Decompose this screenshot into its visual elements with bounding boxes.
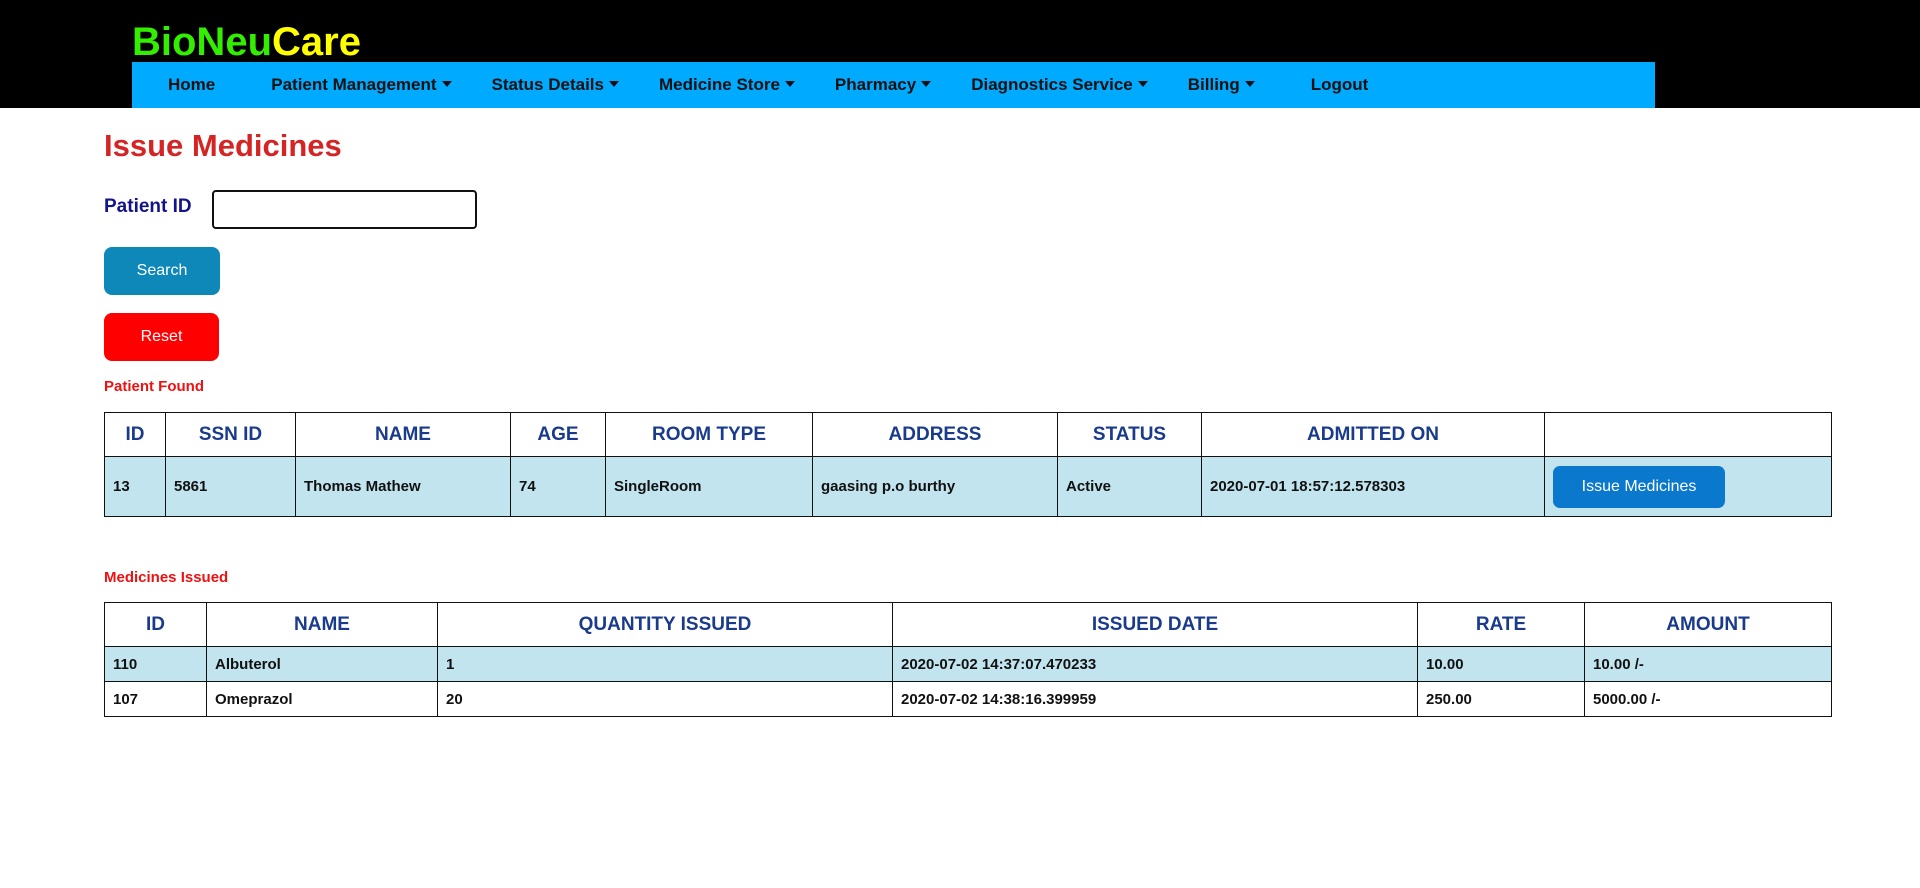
nav-diagnostics-service-label: Diagnostics Service — [971, 75, 1133, 94]
nav-billing[interactable]: Billing — [1168, 62, 1275, 108]
col-header-amount: AMOUNT — [1584, 602, 1832, 647]
cell-address: gaasing p.o burthy — [812, 456, 1058, 517]
cell-id: 13 — [104, 456, 166, 517]
cell-rate: 10.00 — [1417, 646, 1585, 682]
nav-diagnostics-service[interactable]: Diagnostics Service — [951, 62, 1168, 108]
brand-part-care: Care — [272, 20, 361, 64]
col-header-age: AGE — [510, 412, 606, 457]
col-header-quantity-issued: QUANTITY ISSUED — [437, 602, 893, 647]
caret-down-icon — [784, 81, 795, 87]
nav-medicine-store-label: Medicine Store — [658, 75, 780, 94]
cell-admitted-on: 2020-07-01 18:57:12.578303 — [1201, 456, 1545, 517]
nav-status-details[interactable]: Status Details — [472, 62, 639, 108]
cell-quantity: 1 — [437, 646, 893, 682]
patient-table: ID SSN ID NAME AGE ROOM TYPE ADDRESS STA… — [104, 412, 1832, 517]
col-header-id: ID — [104, 412, 166, 457]
col-header-rate: RATE — [1417, 602, 1585, 647]
cell-issued-date: 2020-07-02 14:38:16.399959 — [892, 681, 1418, 717]
page-title: Issue Medicines — [104, 128, 342, 163]
reset-button[interactable]: Reset — [104, 313, 219, 361]
caret-down-icon — [1244, 81, 1255, 87]
nav-logout-label: Logout — [1310, 75, 1369, 94]
nav-home[interactable]: Home — [132, 62, 251, 108]
nav-pharmacy[interactable]: Pharmacy — [815, 62, 951, 108]
table-row: 107 Omeprazol 20 2020-07-02 14:38:16.399… — [104, 681, 1832, 717]
col-header-room-type: ROOM TYPE — [605, 412, 813, 457]
medicines-issued-label: Medicines Issued — [104, 569, 229, 586]
caret-down-icon — [441, 81, 452, 87]
cell-action: Issue Medicines — [1544, 456, 1832, 517]
cell-amount: 10.00 /- — [1584, 646, 1832, 682]
caret-down-icon — [608, 81, 619, 87]
cell-status: Active — [1057, 456, 1202, 517]
nav-patient-management-label: Patient Management — [271, 75, 437, 94]
patient-id-input[interactable] — [212, 190, 477, 229]
issue-medicines-button[interactable]: Issue Medicines — [1553, 465, 1725, 508]
patient-found-label: Patient Found — [104, 378, 204, 395]
cell-amount: 5000.00 /- — [1584, 681, 1832, 717]
col-header-name: NAME — [206, 602, 438, 647]
nav-billing-label: Billing — [1187, 75, 1240, 94]
caret-down-icon — [1137, 81, 1148, 87]
nav-medicine-store[interactable]: Medicine Store — [639, 62, 815, 108]
medicines-table-header: ID NAME QUANTITY ISSUED ISSUED DATE RATE… — [104, 602, 1832, 647]
caret-down-icon — [921, 81, 932, 87]
patient-id-label: Patient ID — [104, 196, 192, 217]
col-header-address: ADDRESS — [812, 412, 1058, 457]
top-header: BioNeuCare Home Patient Management Statu… — [0, 0, 1920, 108]
cell-room-type: SingleRoom — [605, 456, 813, 517]
table-row: 13 5861 Thomas Mathew 74 SingleRoom gaas… — [104, 456, 1832, 517]
nav-pharmacy-label: Pharmacy — [834, 75, 917, 94]
table-row: 110 Albuterol 1 2020-07-02 14:37:07.4702… — [104, 646, 1832, 682]
cell-age: 74 — [510, 456, 606, 517]
cell-rate: 250.00 — [1417, 681, 1585, 717]
medicines-table: ID NAME QUANTITY ISSUED ISSUED DATE RATE… — [104, 602, 1832, 717]
cell-name: Omeprazol — [206, 681, 438, 717]
col-header-status: STATUS — [1057, 412, 1202, 457]
cell-quantity: 20 — [437, 681, 893, 717]
cell-issued-date: 2020-07-02 14:37:07.470233 — [892, 646, 1418, 682]
col-header-name: NAME — [295, 412, 511, 457]
cell-id: 107 — [104, 681, 207, 717]
cell-ssn-id: 5861 — [165, 456, 296, 517]
col-header-id: ID — [104, 602, 207, 647]
patient-table-header: ID SSN ID NAME AGE ROOM TYPE ADDRESS STA… — [104, 412, 1832, 457]
cell-id: 110 — [104, 646, 207, 682]
nav-home-label: Home — [168, 75, 216, 94]
brand-logo: BioNeuCare — [132, 18, 361, 66]
nav-status-details-label: Status Details — [491, 75, 604, 94]
col-header-issued-date: ISSUED DATE — [892, 602, 1418, 647]
search-button[interactable]: Search — [104, 247, 220, 295]
col-header-ssn-id: SSN ID — [165, 412, 296, 457]
nav-logout[interactable]: Logout — [1275, 62, 1389, 108]
col-header-action — [1544, 412, 1832, 457]
col-header-admitted-on: ADMITTED ON — [1201, 412, 1545, 457]
brand-part-bioneu: BioNeu — [132, 20, 272, 64]
main-nav: Home Patient Management Status Details M… — [132, 62, 1655, 108]
cell-name: Albuterol — [206, 646, 438, 682]
cell-name: Thomas Mathew — [295, 456, 511, 517]
nav-patient-management[interactable]: Patient Management — [251, 62, 471, 108]
